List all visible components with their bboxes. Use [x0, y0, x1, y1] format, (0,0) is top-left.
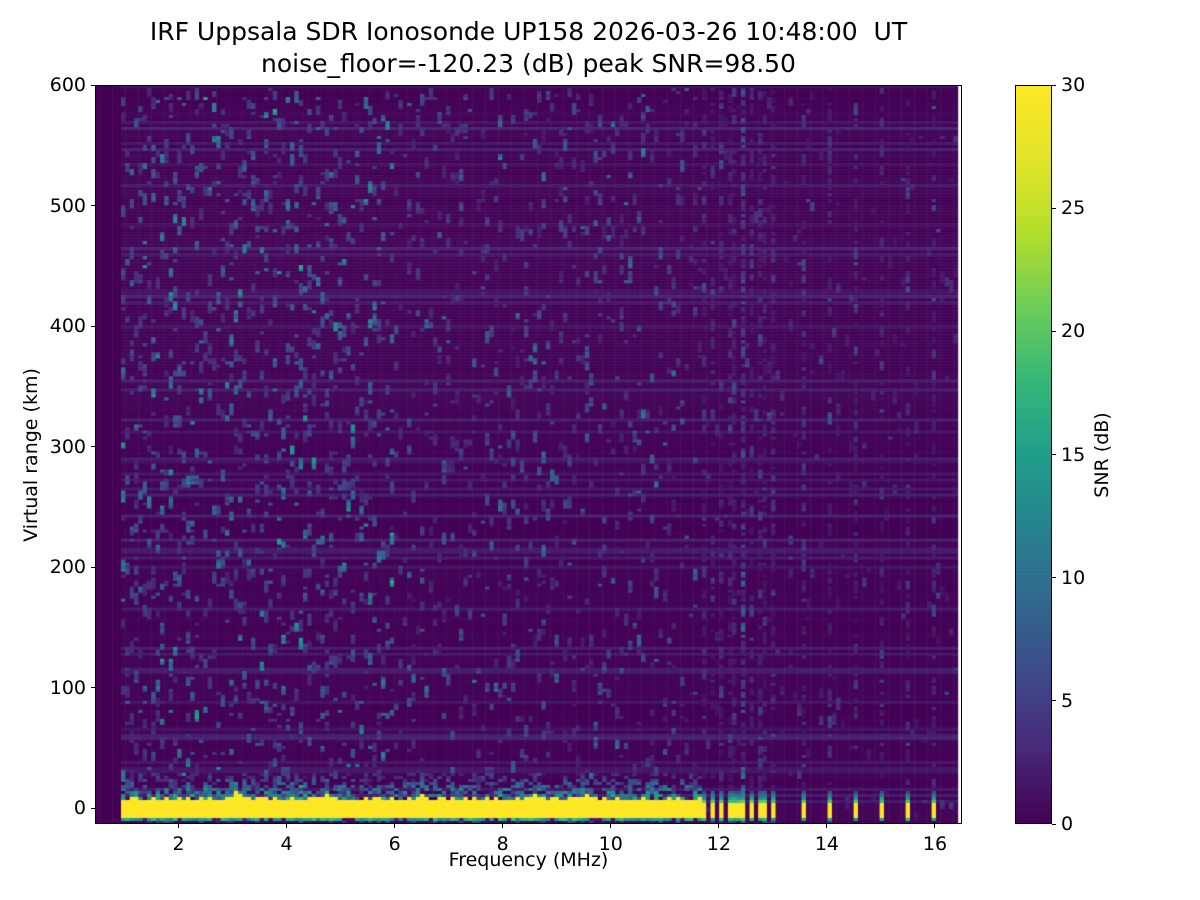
x-tick-mark [934, 824, 936, 828]
x-tick-label: 12 [706, 833, 731, 855]
colorbar-tick-label: 30 [1061, 74, 1086, 96]
x-tick-mark [826, 824, 828, 828]
x-tick-label: 6 [388, 833, 401, 855]
colorbar-gradient-canvas [1015, 85, 1052, 824]
x-tick-label: 2 [172, 833, 185, 855]
x-tick-label: 16 [922, 833, 948, 855]
colorbar-tick-label: 10 [1061, 566, 1086, 589]
x-tick-label: 8 [496, 833, 509, 855]
colorbar-tick-mark [1052, 330, 1056, 332]
chart-title: IRF Uppsala SDR Ionosonde UP158 2026-03-… [149, 17, 908, 46]
x-tick-label: 4 [280, 833, 293, 855]
y-tick-mark [91, 325, 95, 327]
y-tick-label: 200 [49, 556, 86, 579]
x-tick-mark [394, 824, 396, 828]
y-tick-mark [91, 84, 95, 86]
y-tick-mark [91, 807, 95, 809]
y-tick-label: 100 [49, 676, 86, 699]
colorbar-tick-mark [1052, 207, 1056, 209]
x-tick-mark [286, 824, 288, 828]
colorbar-tick-label: 15 [1061, 443, 1086, 466]
colorbar-tick-label: 25 [1061, 197, 1086, 220]
y-tick-label: 300 [49, 435, 86, 458]
colorbar-tick-label: 0 [1061, 813, 1074, 835]
colorbar-tick-label: 5 [1061, 689, 1074, 712]
y-tick-label: 500 [49, 194, 86, 217]
y-tick-mark [91, 205, 95, 207]
y-tick-label: 400 [49, 315, 86, 338]
ionogram-heatmap-canvas [95, 85, 962, 824]
ionogram-figure: IRF Uppsala SDR Ionosonde UP158 2026-03-… [0, 0, 1200, 900]
colorbar-tick-mark [1052, 84, 1056, 86]
x-tick-mark [718, 824, 720, 828]
x-tick-mark [502, 824, 504, 828]
colorbar-tick-mark [1052, 577, 1056, 579]
colorbar-tick-mark [1052, 700, 1056, 702]
y-tick-mark [91, 446, 95, 448]
y-tick-mark [91, 566, 95, 568]
x-tick-label: 14 [814, 833, 839, 855]
x-tick-mark [610, 824, 612, 828]
x-tick-label: 10 [598, 833, 623, 855]
y-tick-label: 600 [49, 74, 86, 96]
colorbar-tick-label: 20 [1061, 320, 1086, 343]
colorbar-tick-mark [1052, 454, 1056, 455]
y-tick-mark [91, 687, 95, 689]
chart-subtitle: noise_floor=-120.23 (dB) peak SNR=98.50 [261, 49, 796, 78]
x-tick-mark [177, 824, 179, 828]
y-tick-label: 0 [73, 797, 86, 820]
colorbar-tick-mark [1052, 823, 1056, 825]
